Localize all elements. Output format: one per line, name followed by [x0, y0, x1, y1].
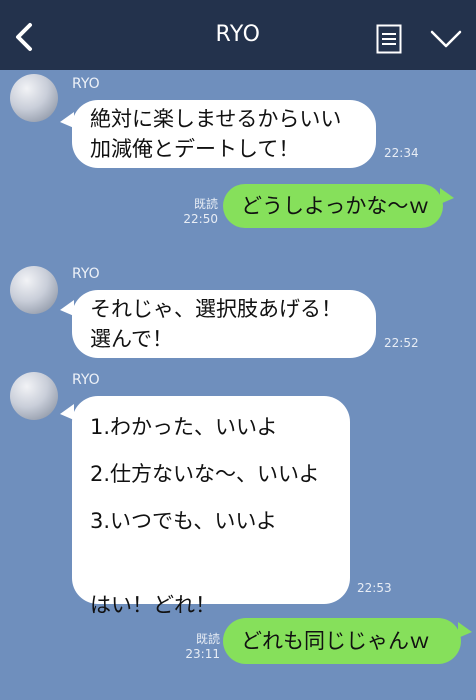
chat-header: RYO: [0, 0, 476, 70]
message-text: それじゃ、選択肢あげる！: [90, 297, 342, 321]
sender-name: RYO: [72, 76, 100, 92]
message-bubble[interactable]: それじゃ、選択肢あげる！ 選んで！: [72, 290, 376, 358]
message-bubble[interactable]: 1.わかった、いいよ 2.仕方ないな〜、いいよ 3.いつでも、いいよ はい！どれ…: [72, 396, 350, 617]
message-text: 加減俺とデートして！: [90, 137, 300, 161]
bubble-tail: [440, 188, 454, 204]
message-time: 22:53: [357, 581, 392, 595]
chat-title: RYO: [215, 22, 261, 47]
message-time: 22:34: [384, 146, 419, 160]
bubble-tail: [458, 622, 472, 638]
read-receipt: 既読 22:50: [180, 197, 218, 227]
message-time: 23:11: [185, 647, 220, 661]
message-text: 1.わかった、いいよ: [90, 415, 278, 439]
avatar[interactable]: [10, 372, 58, 420]
message-text: どうしよっかな〜ｗ: [241, 194, 430, 218]
memo-icon[interactable]: [376, 24, 402, 54]
message-bubble[interactable]: 絶対に楽しませるからいい 加減俺とデートして！: [72, 100, 376, 168]
message-time: 22:52: [384, 336, 419, 350]
message-text: 選んで！: [90, 327, 173, 351]
avatar[interactable]: [10, 266, 58, 314]
message-bubble[interactable]: どうしよっかな〜ｗ: [223, 184, 443, 228]
chevron-down-icon[interactable]: [430, 30, 462, 48]
sender-name: RYO: [72, 372, 100, 388]
message-bubble[interactable]: どれも同じじゃんｗ: [223, 618, 461, 664]
sender-name: RYO: [72, 266, 100, 282]
read-receipt: 既読 23:11: [182, 632, 220, 662]
avatar[interactable]: [10, 74, 58, 122]
message-text: 3.いつでも、いいよ: [90, 509, 277, 533]
message-text: 絶対に楽しませるからいい: [90, 107, 342, 131]
message-text: 2.仕方ないな〜、いいよ: [90, 462, 320, 486]
message-text: どれも同じじゃんｗ: [241, 629, 430, 653]
message-time: 22:50: [183, 212, 218, 226]
